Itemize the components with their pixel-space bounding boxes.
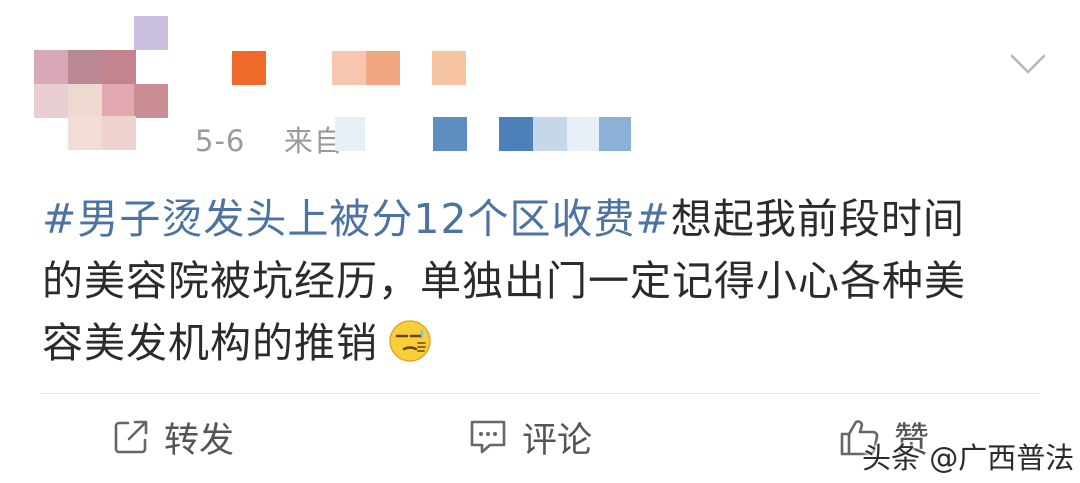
post-line-1: #男子烫发头上被分12个区收费#想起我前段时间: [42, 195, 965, 243]
watermark: 头条 @广西普法: [862, 441, 1075, 475]
source-device[interactable]: [335, 117, 635, 151]
username[interactable]: [232, 51, 472, 85]
sweat-smile-emoji-icon: [389, 320, 431, 362]
share-arrow-icon: [114, 420, 148, 454]
topic-link[interactable]: #男子烫发头上被分12个区收费#: [42, 195, 671, 243]
timestamp: 5-6: [195, 124, 246, 158]
forward-label: 转发: [164, 420, 235, 461]
post-line-2: 的美容院被坑经历，单独出门一定记得小心各种美: [42, 257, 966, 305]
comment-bubble-icon: [470, 420, 506, 454]
divider: [40, 393, 1040, 394]
post-meta: 5-6 来自: [195, 118, 344, 160]
comment-label: 评论: [522, 420, 593, 461]
avatar[interactable]: [34, 16, 169, 151]
chevron-down-icon[interactable]: [1010, 52, 1046, 78]
forward-button[interactable]: 转发: [112, 412, 234, 462]
post-content: #男子烫发头上被分12个区收费#想起我前段时间 的美容院被坑经历，单独出门一定记…: [42, 188, 1042, 374]
post-line-3: 容美发机构的推销: [42, 312, 1042, 374]
comment-button[interactable]: 评论: [468, 412, 592, 462]
